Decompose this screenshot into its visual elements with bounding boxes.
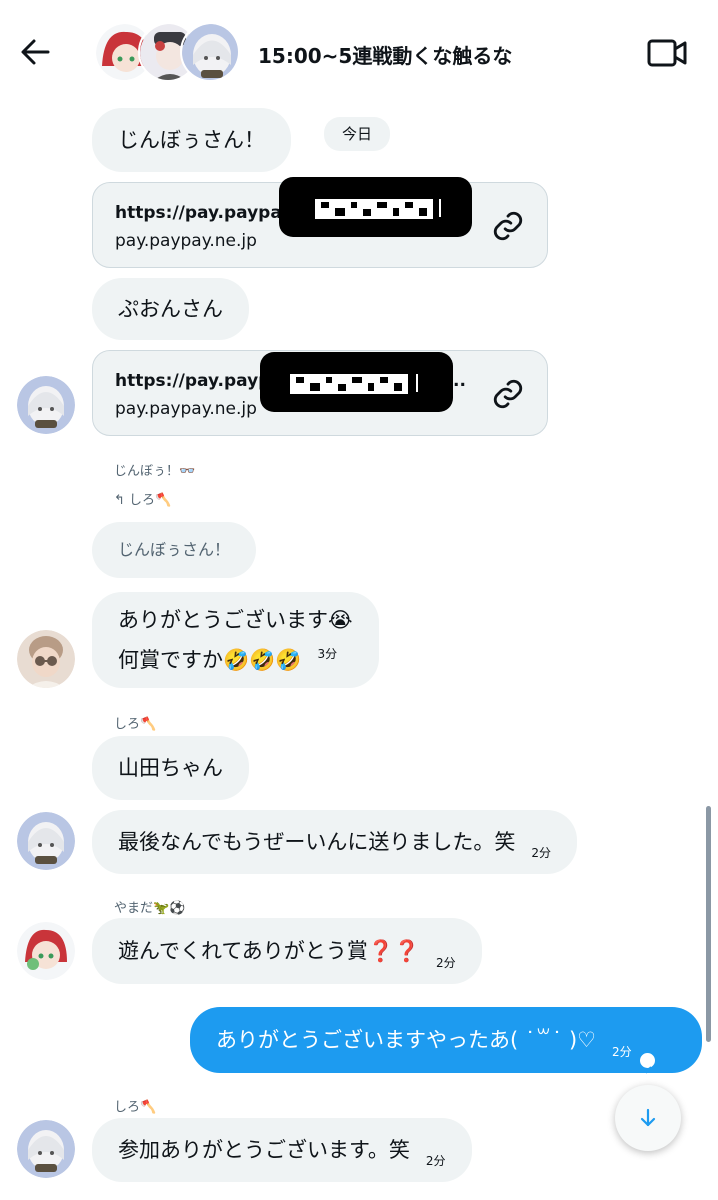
conversation-title[interactable]: 15:00~5連戦動くな触るな: [258, 40, 512, 69]
reply-quote-bubble[interactable]: じんぼぅさん！: [92, 522, 257, 578]
redaction-box: [279, 177, 472, 237]
arrow-down-icon: [640, 1108, 656, 1127]
sender-name: しろ🪓: [114, 1100, 157, 1115]
avatar-illustration: [17, 1120, 75, 1178]
group-avatars[interactable]: [94, 22, 240, 84]
link-url-ellipsis: ..: [453, 371, 466, 391]
avatar[interactable]: [17, 812, 75, 870]
my-message-bubble[interactable]: ありがとうございますやったあ( ˙꒳˙ )♡ 2分: [190, 1007, 702, 1074]
avatar[interactable]: [17, 376, 75, 434]
link-icon: [493, 379, 523, 409]
message-text: ぷおんさん: [118, 297, 223, 321]
sender-name: じんぼぅ！👓: [114, 464, 196, 479]
message-text: じんぼぅさん！: [118, 128, 265, 152]
sender-name: しろ🪓: [114, 717, 157, 732]
message-text: 山田ちゃん: [118, 756, 223, 780]
date-chip: 今日: [324, 117, 391, 151]
message-bubble[interactable]: 最後なんでもうぜーいんに送りました。笑 2分: [92, 810, 577, 874]
message-time: 2分: [531, 846, 551, 860]
redaction-pattern: [290, 374, 418, 394]
sender-name: やまだ🦖⚽: [114, 901, 186, 916]
message-bubble[interactable]: 山田ちゃん: [92, 736, 249, 800]
link-icon: [493, 211, 523, 241]
message-time: 2分: [425, 1154, 446, 1168]
message-time: 2分: [435, 956, 456, 970]
message-bubble[interactable]: 遊んでくれてありがとう賞❓❓ 2分: [92, 918, 482, 984]
link-domain: pay.paypay.ne.jp: [115, 399, 257, 419]
message-time: 2分: [611, 1045, 632, 1059]
message-text: 遊んでくれてありがとう賞❓❓: [118, 939, 420, 963]
redaction-pattern: [315, 199, 441, 219]
message-text: 最後なんでもうぜーいんに送りました。笑: [118, 830, 516, 854]
redaction-box: [260, 352, 453, 412]
avatar-photo: [17, 630, 75, 688]
message-text: 参加ありがとうございます。笑: [118, 1138, 410, 1162]
message-bubble[interactable]: 参加ありがとうございます。笑 2分: [92, 1118, 472, 1182]
reply-to-label: ↰ しろ🪓: [114, 493, 172, 508]
arrow-left-icon[interactable]: [18, 34, 54, 70]
read-check-icon: [639, 1053, 655, 1074]
reply-quote-text: じんぼぅさん！: [118, 540, 231, 559]
message-text: ありがとうございますやったあ( ˙꒳˙ )♡: [216, 1028, 596, 1052]
link-url: https://pay.paypay: [115, 203, 293, 223]
avatar-illustration: [17, 812, 75, 870]
message-bubble[interactable]: じんぼぅさん！: [92, 108, 291, 172]
group-avatar: [180, 22, 240, 82]
message-time: 3分: [317, 647, 338, 661]
message-bubble[interactable]: ありがとうございます😭 何賞ですか🤣🤣🤣 3分: [92, 592, 379, 688]
avatar[interactable]: [17, 1120, 75, 1178]
conversation: じんぼぅさん！ 今日 https://pay.paypay pay.paypay…: [0, 0, 718, 1200]
avatar[interactable]: [17, 630, 75, 688]
message-bubble[interactable]: ぷおんさん: [92, 278, 249, 340]
link-domain: pay.paypay.ne.jp: [115, 231, 257, 251]
avatar-illustration: [17, 922, 75, 980]
avatar-illustration: [17, 376, 75, 434]
conversation-header: 15:00~5連戦動くな触るな: [0, 0, 718, 100]
scrollbar[interactable]: [706, 806, 711, 1042]
message-text-line-1: ありがとうございます😭: [118, 608, 353, 632]
video-camera-icon[interactable]: [646, 36, 688, 70]
message-text-line-2: 何賞ですか🤣🤣🤣: [118, 648, 302, 672]
scroll-to-bottom-button[interactable]: [615, 1085, 681, 1151]
avatar[interactable]: [17, 922, 75, 980]
